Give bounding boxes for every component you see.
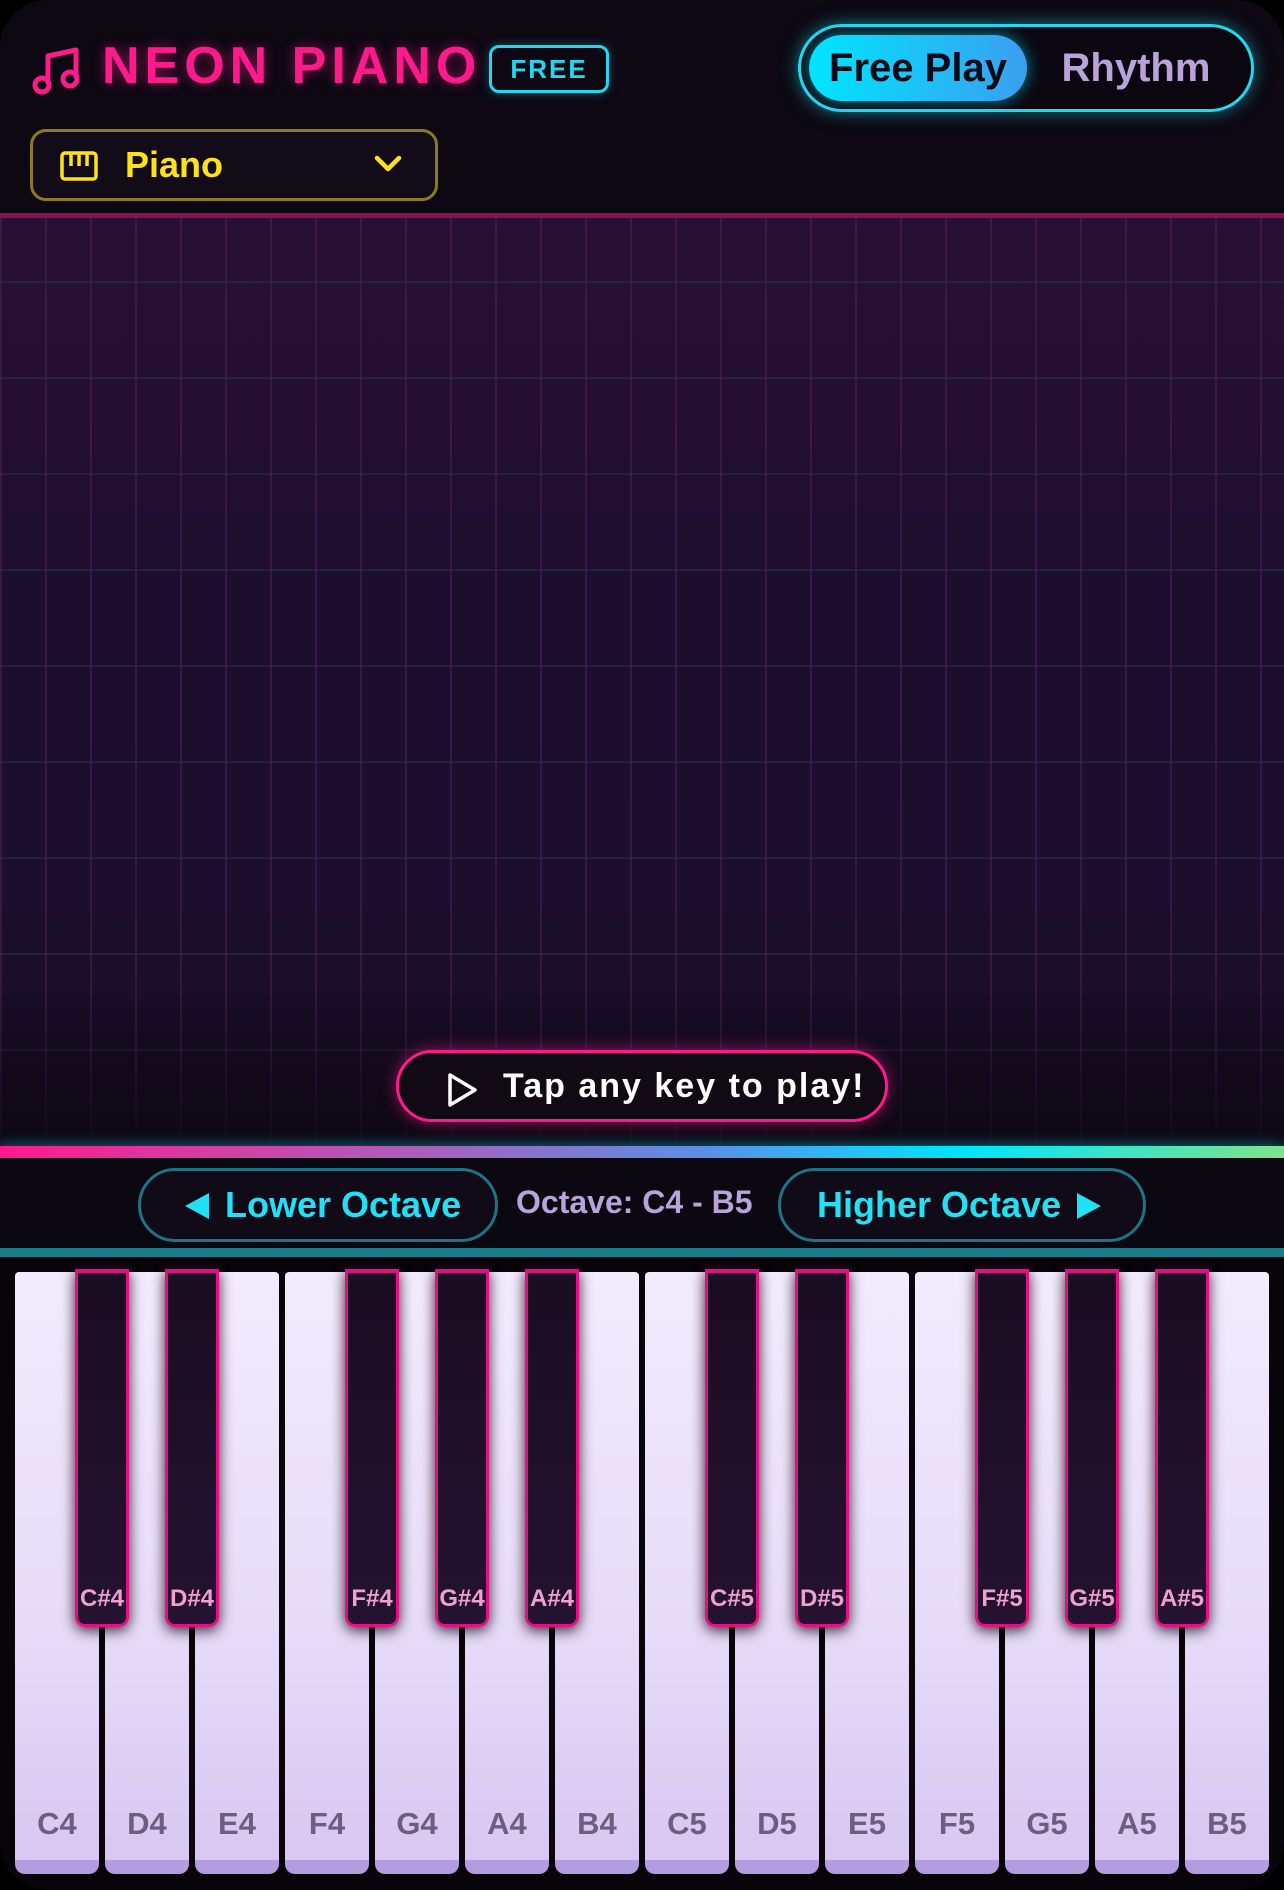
white-key-label: B5 (1207, 1806, 1247, 1841)
lower-octave-label: Lower Octave (225, 1184, 462, 1225)
octave-range-label: Octave: C4 - B5 (516, 1184, 753, 1220)
app-title: NEON PIANO (102, 37, 482, 95)
black-key[interactable]: A#4 (525, 1269, 579, 1627)
white-key-label: B4 (577, 1806, 617, 1841)
arrow-left-icon (185, 1193, 209, 1219)
black-key[interactable]: C#4 (75, 1269, 129, 1627)
white-key-label: A5 (1117, 1806, 1157, 1841)
black-key-label: C#4 (79, 1585, 125, 1612)
lower-octave-button[interactable]: Lower Octave (138, 1168, 498, 1242)
black-key[interactable]: C#5 (705, 1269, 759, 1627)
white-key-label: F5 (938, 1806, 976, 1841)
black-key-label: F#4 (351, 1585, 393, 1612)
white-key-label: D4 (127, 1806, 167, 1841)
white-key-label: G5 (1026, 1806, 1068, 1841)
white-key-label: G4 (396, 1806, 438, 1841)
hit-line (0, 1146, 1284, 1158)
rhythm-mode-button[interactable]: Rhythm (1031, 35, 1241, 101)
chevron-down-icon (374, 155, 402, 172)
arrow-right-icon (1077, 1193, 1101, 1219)
black-key-label: F#5 (981, 1585, 1023, 1612)
white-key-label: D5 (757, 1806, 797, 1841)
white-key-label: A4 (487, 1806, 527, 1841)
instrument-selected-label: Piano (125, 144, 224, 185)
white-key-label: C4 (37, 1806, 77, 1841)
black-key[interactable]: D#4 (165, 1269, 219, 1627)
black-key[interactable]: F#4 (345, 1269, 399, 1627)
black-key[interactable]: D#5 (795, 1269, 849, 1627)
instrument-dropdown[interactable]: Piano (30, 129, 438, 201)
tap-to-play-label: Tap any key to play! (503, 1067, 866, 1105)
keyboard-divider (0, 1248, 1284, 1257)
note-highway (0, 213, 1284, 1147)
play-icon (448, 1073, 477, 1107)
free-play-mode-button[interactable]: Free Play (809, 35, 1027, 101)
mode-toggle: Free Play Rhythm (798, 24, 1254, 112)
black-key-label: C#5 (709, 1585, 755, 1612)
white-key-label: E5 (848, 1806, 886, 1841)
higher-octave-button[interactable]: Higher Octave (778, 1168, 1146, 1242)
black-key[interactable]: A#5 (1155, 1269, 1209, 1627)
piano-keys-icon (60, 151, 98, 181)
black-key-label: A#5 (1159, 1585, 1205, 1612)
black-key-label: G#4 (439, 1585, 485, 1612)
white-key-label: E4 (218, 1806, 256, 1841)
black-key[interactable]: G#4 (435, 1269, 489, 1627)
black-key-label: D#4 (169, 1585, 215, 1612)
white-key-label: C5 (667, 1806, 707, 1841)
free-badge: FREE (489, 45, 609, 93)
music-note-icon (32, 47, 80, 95)
black-key-label: D#5 (799, 1585, 845, 1612)
black-key[interactable]: F#5 (975, 1269, 1029, 1627)
black-key-label: A#4 (529, 1585, 575, 1612)
white-key-label: F4 (308, 1806, 346, 1841)
black-key-label: G#5 (1069, 1585, 1115, 1612)
piano-keyboard: C4 D4 E4 F4 G4 A4 B4 C5 D5 E5 F5 G5 A5 B5 C#4 D#4 F#4 G#4… (0, 1257, 1284, 1890)
black-key[interactable]: G#5 (1065, 1269, 1119, 1627)
app-window: NEON PIANO FREE Free Play Rhythm Piano T… (0, 0, 1284, 1890)
higher-octave-label: Higher Octave (817, 1184, 1062, 1225)
tap-to-play-prompt: Tap any key to play! (396, 1050, 888, 1122)
